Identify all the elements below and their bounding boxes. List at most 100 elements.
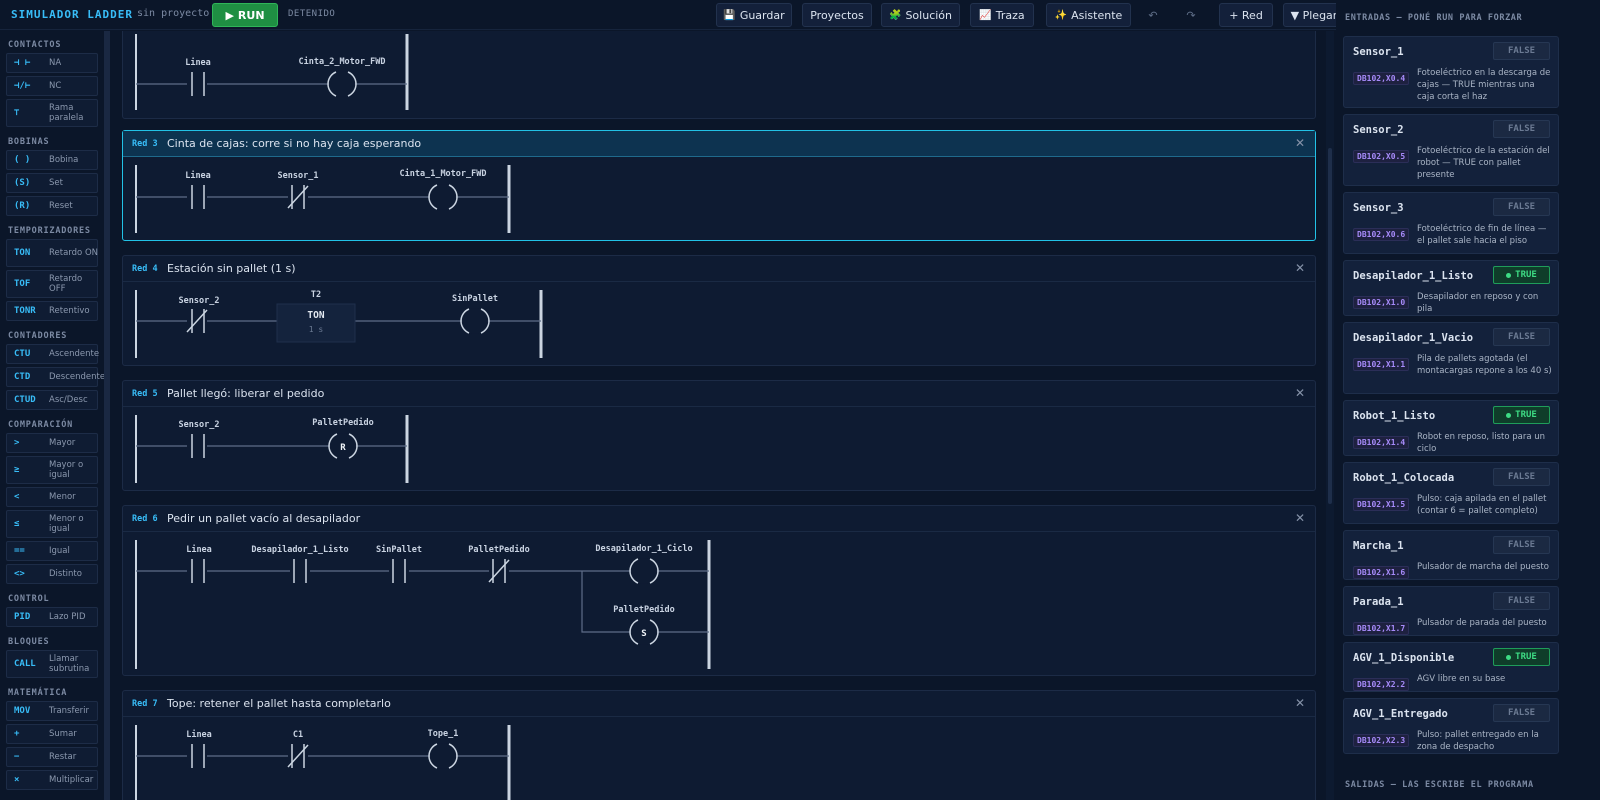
undo-button[interactable]: ↶ <box>1141 3 1165 27</box>
element-label[interactable]: SinPallet <box>452 293 498 304</box>
element-label[interactable]: PalletPedido <box>613 604 674 615</box>
palette-item[interactable]: PID Lazo PID <box>6 607 98 627</box>
add-rung-button[interactable]: + Red <box>1219 3 1273 27</box>
force-toggle[interactable]: FALSE <box>1493 704 1550 722</box>
save-button[interactable]: 💾 Guardar <box>716 3 792 27</box>
element-label[interactable]: PalletPedido <box>468 544 529 555</box>
canvas-scroll-thumb[interactable] <box>1328 148 1332 504</box>
force-toggle[interactable]: FALSE <box>1493 198 1550 216</box>
palette-item[interactable]: ( ) Bobina <box>6 150 98 170</box>
projects-button[interactable]: Proyectos <box>802 3 872 27</box>
rung-5[interactable]: Red 5 Pallet llegó: liberar el pedido ✕ … <box>122 380 1316 491</box>
element-label[interactable]: Desapilador_1_Listo <box>251 544 348 555</box>
palette-item-label: Multiplicar <box>49 775 94 785</box>
force-toggle[interactable]: TRUE <box>1493 406 1550 424</box>
palette-scrollbar[interactable] <box>104 31 110 800</box>
palette-item[interactable]: (S) Set <box>6 173 98 193</box>
force-toggle[interactable]: TRUE <box>1493 266 1550 284</box>
palette-item[interactable]: CTD Descendente <box>6 367 105 387</box>
element-label[interactable]: Cinta_1_Motor_FWD <box>400 168 487 179</box>
force-toggle[interactable]: FALSE <box>1493 592 1550 610</box>
redo-button[interactable]: ↷ <box>1179 3 1203 27</box>
palette-item[interactable]: + Sumar <box>6 724 98 744</box>
input-card: Desapilador_1_Vacio FALSE DB102,X1.1 Pila d… <box>1343 322 1559 394</box>
palette-item[interactable]: TON Retardo ON <box>6 239 98 267</box>
palette-item[interactable]: − Restar <box>6 747 98 767</box>
solution-button[interactable]: 🧩 Solución <box>881 3 960 27</box>
input-card: Marcha_1 FALSE DB102,X1.6 Pulsador de march… <box>1343 530 1559 580</box>
status-dot-icon <box>1506 272 1512 278</box>
rung-4[interactable]: Red 4 Estación sin pallet (1 s) ✕ Sensor… <box>122 255 1316 366</box>
force-toggle[interactable]: FALSE <box>1493 468 1550 486</box>
palette-item[interactable]: <> Distinto <box>6 564 98 584</box>
palette-item[interactable]: TOF Retardo OFF <box>6 270 98 298</box>
input-card: Robot_1_Colocada FALSE DB102,X1.5 Pulso: ca… <box>1343 462 1559 524</box>
palette-item[interactable]: ≤ Menor o igual <box>6 510 98 538</box>
element-label[interactable]: Desapilador_1_Ciclo <box>595 543 692 554</box>
element-label[interactable]: Linea <box>186 729 212 740</box>
trace-button[interactable]: 📈 Traza <box>970 3 1034 27</box>
element-label[interactable]: Linea <box>185 170 211 181</box>
palette-item[interactable]: MOV Transferir <box>6 701 98 721</box>
palette-item[interactable]: CALL Llamar subrutina <box>6 650 98 678</box>
palette-item[interactable]: > Mayor <box>6 433 98 453</box>
palette-item[interactable]: ⊤ Rama paralela <box>6 99 98 127</box>
chart-icon: 📈 <box>979 9 992 21</box>
element-label[interactable]: SinPallet <box>376 544 422 555</box>
rung-3[interactable]: Red 3 Cinta de cajas: corre si no hay ca… <box>122 130 1316 241</box>
element-label[interactable]: Linea <box>185 57 211 68</box>
coil-letter: S <box>641 629 646 639</box>
palette-item[interactable]: ⊣/⊢ NC <box>6 76 98 96</box>
status-dot-icon <box>1506 412 1512 418</box>
force-toggle[interactable]: FALSE <box>1493 120 1550 138</box>
assistant-button[interactable]: ✨ Asistente <box>1046 3 1131 27</box>
timer-name[interactable]: T2 <box>311 290 321 300</box>
input-card: AGV_1_Disponible TRUE DB102,X2.2 AGV libre … <box>1343 642 1559 692</box>
input-name: Desapilador_1_Listo <box>1353 270 1474 282</box>
rung-6[interactable]: Red 6 Pedir un pallet vacío al desapilad… <box>122 505 1316 676</box>
element-label[interactable]: Tope_1 <box>428 729 459 739</box>
force-toggle[interactable]: FALSE <box>1493 42 1550 60</box>
palette-item-label: Ascendente <box>49 349 100 359</box>
palette-item-symbol: ⊤ <box>14 108 20 118</box>
palette-item[interactable]: CTUD Asc/Desc <box>6 390 98 410</box>
input-name: Sensor_3 <box>1353 202 1404 214</box>
input-value: FALSE <box>1507 46 1536 56</box>
trace-label: Traza <box>995 8 1025 22</box>
element-label[interactable]: PalletPedido <box>312 417 373 428</box>
palette-item[interactable]: × Multiplicar <box>6 770 98 790</box>
rung-diagram: Linea Desapilador_1_Listo SinPallet Pall… <box>135 540 711 669</box>
palette-item-symbol: ≤ <box>14 519 20 529</box>
palette-item-label: Asc/Desc <box>49 395 88 405</box>
element-label[interactable]: Sensor_2 <box>179 420 220 430</box>
palette-item[interactable]: < Menor <box>6 487 98 507</box>
palette-section-title: TEMPORIZADORES <box>8 226 91 236</box>
palette-item[interactable]: ⊣ ⊢ NA <box>6 53 98 73</box>
rung-7[interactable]: Red 7 Tope: retener el pallet hasta comp… <box>122 690 1316 800</box>
force-toggle[interactable]: FALSE <box>1493 536 1550 554</box>
palette-item[interactable]: (R) Reset <box>6 196 98 216</box>
input-value: FALSE <box>1507 472 1536 482</box>
input-address: DB102,X2.2 <box>1353 678 1410 691</box>
palette-section-title: CONTACTOS <box>8 40 62 50</box>
element-label[interactable]: Sensor_2 <box>179 296 220 306</box>
palette-item-symbol: (R) <box>14 201 31 211</box>
palette-section-title: BOBINAS <box>8 137 50 147</box>
palette-item[interactable]: == Igual <box>6 541 98 561</box>
palette-section-title: CONTADORES <box>8 331 68 341</box>
run-button[interactable]: ▶ RUN <box>212 3 278 27</box>
rung-diagram: Linea C1 Tope_1 <box>135 725 511 800</box>
rung-2[interactable]: Linea Cinta_2_Motor_FWD <box>122 31 1316 119</box>
palette-item[interactable]: CTU Ascendente <box>6 344 100 364</box>
palette-item[interactable]: ≥ Mayor o igual <box>6 456 98 484</box>
element-label[interactable]: Linea <box>186 544 212 555</box>
input-value: TRUE <box>1515 652 1537 662</box>
element-label[interactable]: C1 <box>293 730 303 740</box>
force-toggle[interactable]: FALSE <box>1493 328 1550 346</box>
element-label[interactable]: Sensor_1 <box>278 171 319 181</box>
palette-item[interactable]: TONR Retentivo <box>6 301 98 321</box>
element-label[interactable]: Cinta_2_Motor_FWD <box>299 56 386 67</box>
palette-item-symbol: <> <box>14 569 25 579</box>
force-toggle[interactable]: TRUE <box>1493 648 1550 666</box>
input-value: FALSE <box>1507 332 1536 342</box>
